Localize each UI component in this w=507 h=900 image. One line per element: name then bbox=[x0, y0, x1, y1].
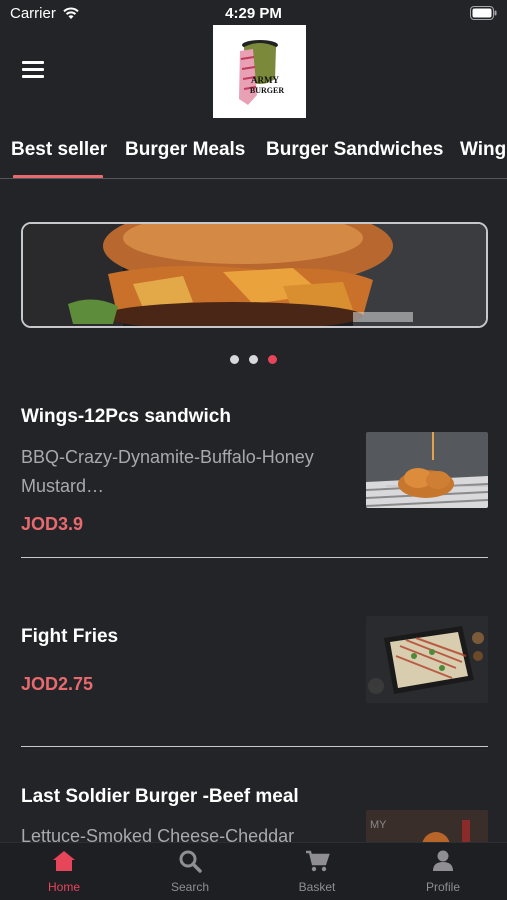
tab-best-seller[interactable]: Best seller bbox=[11, 139, 107, 161]
promo-banner[interactable] bbox=[21, 222, 488, 328]
product-card[interactable]: Fight Fries JOD2.75 bbox=[21, 616, 488, 716]
burger-photo-icon: MY bbox=[366, 810, 488, 842]
home-icon bbox=[53, 851, 75, 871]
tabbar-profile[interactable]: Profile bbox=[393, 849, 493, 894]
product-name: Wings-12Pcs sandwich bbox=[21, 406, 231, 427]
svg-text:MY: MY bbox=[370, 819, 387, 831]
product-image: MY bbox=[366, 810, 488, 842]
status-bar: Carrier 4:29 PM bbox=[0, 0, 507, 28]
product-description: Lettuce-Smoked Cheese-Cheddar bbox=[21, 826, 295, 842]
burger-banner-image bbox=[23, 224, 486, 326]
carousel-dot[interactable] bbox=[230, 355, 239, 364]
svg-text:BURGER: BURGER bbox=[250, 86, 284, 95]
product-name: Last Soldier Burger -Beef meal bbox=[21, 786, 299, 807]
menu-icon-bar bbox=[22, 61, 44, 64]
carousel-pagination bbox=[0, 351, 507, 369]
product-divider bbox=[21, 557, 488, 558]
menu-button[interactable] bbox=[22, 61, 48, 81]
product-price: JOD2.75 bbox=[21, 674, 94, 694]
product-image bbox=[366, 432, 488, 508]
svg-text:ARMY: ARMY bbox=[251, 75, 279, 85]
tabbar-label: Home bbox=[47, 880, 80, 894]
tab-burger-meals[interactable]: Burger Meals bbox=[125, 139, 245, 161]
carousel-dot[interactable] bbox=[249, 355, 258, 364]
product-divider bbox=[21, 746, 488, 747]
tabbar-home[interactable]: Home bbox=[14, 849, 114, 894]
battery-icon bbox=[470, 6, 497, 20]
army-burger-logo-icon: ARMY BURGER bbox=[239, 40, 284, 105]
tabbar-search[interactable]: Search bbox=[140, 849, 240, 894]
menu-icon-bar bbox=[22, 75, 44, 78]
active-tab-indicator bbox=[13, 175, 103, 178]
product-description: BBQ-Crazy-Dynamite-Buffalo-Honey Mustard… bbox=[21, 447, 314, 496]
tabbar-label: Basket bbox=[298, 880, 336, 894]
search-icon bbox=[179, 850, 202, 873]
fries-photo-icon bbox=[366, 616, 488, 703]
product-card[interactable]: Wings-12Pcs sandwich BBQ-Crazy-Dynamite-… bbox=[21, 404, 488, 534]
bottom-tab-bar: Home Search Basket Profile bbox=[0, 842, 507, 900]
tabbar-basket[interactable]: Basket bbox=[267, 849, 367, 894]
category-tabs: Best seller Burger Meals Burger Sandwich… bbox=[0, 127, 507, 179]
carousel-dot-active[interactable] bbox=[268, 355, 277, 364]
wings-photo-icon bbox=[366, 432, 488, 508]
product-name: Fight Fries bbox=[21, 626, 119, 647]
product-price: JOD3.9 bbox=[21, 514, 84, 534]
product-image bbox=[366, 616, 488, 703]
menu-icon-bar bbox=[22, 68, 44, 71]
status-time: 4:29 PM bbox=[225, 5, 282, 22]
tab-burger-sandwiches[interactable]: Burger Sandwiches bbox=[266, 139, 443, 161]
tab-wings[interactable]: Wings bbox=[460, 139, 507, 161]
cart-icon bbox=[306, 850, 330, 872]
product-card[interactable]: Last Soldier Burger -Beef meal Lettuce-S… bbox=[21, 782, 488, 842]
brand-logo: ARMY BURGER bbox=[213, 25, 306, 118]
profile-icon bbox=[433, 850, 453, 871]
tabbar-label: Profile bbox=[425, 880, 460, 894]
app-header: ARMY BURGER bbox=[0, 25, 507, 118]
tabbar-label: Search bbox=[170, 880, 210, 894]
